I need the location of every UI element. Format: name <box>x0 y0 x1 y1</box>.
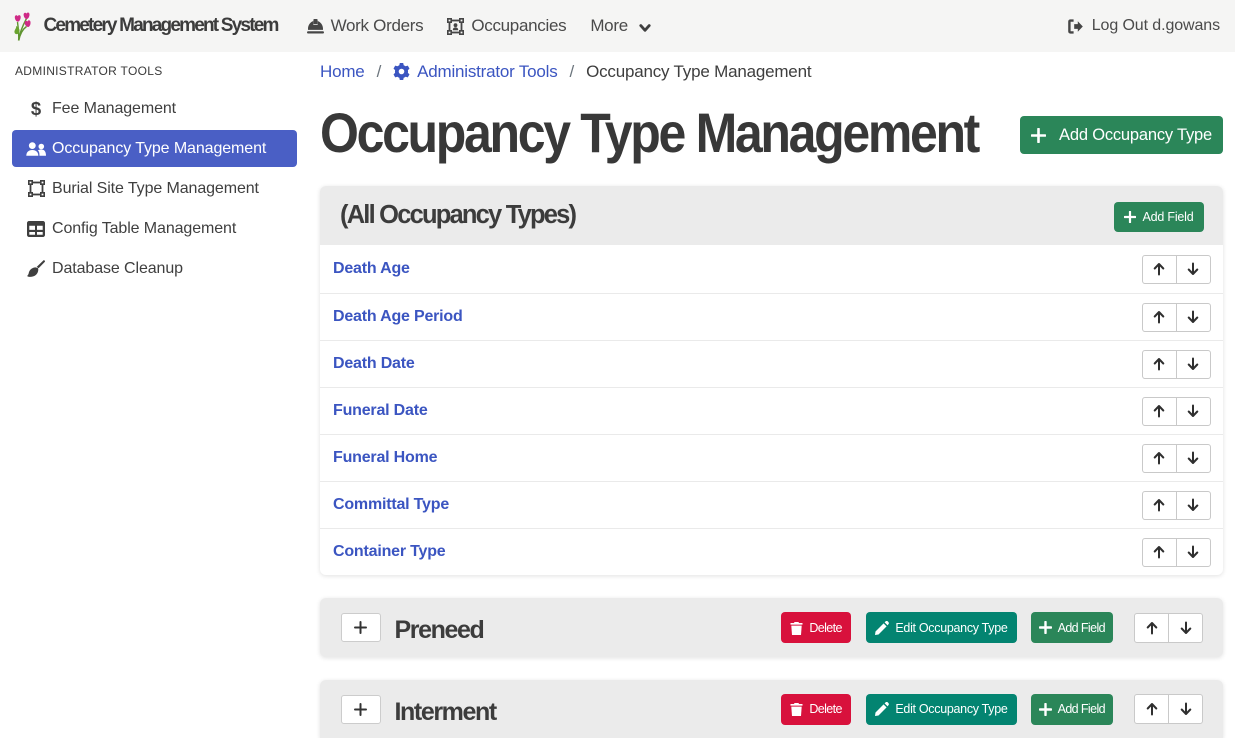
svg-text:$: $ <box>31 99 42 118</box>
